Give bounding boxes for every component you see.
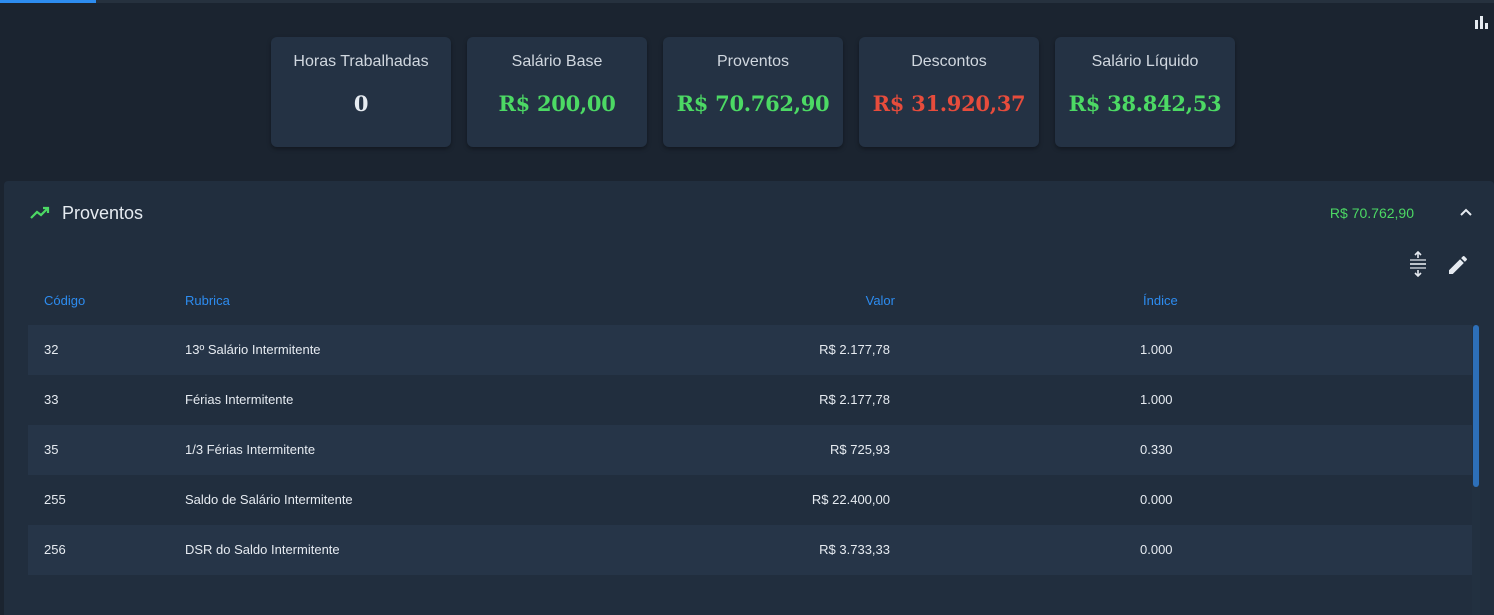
table-row[interactable]: 255 Saldo de Salário Intermitente R$ 22.… [28,475,1472,525]
column-header-valor[interactable]: Valor [866,293,895,308]
card-horas-trabalhadas: Horas Trabalhadas 0 [271,37,451,147]
card-label: Salário Base [511,53,603,70]
cell-valor: R$ 22.400,00 [811,492,890,507]
cell-valor: R$ 2.177,78 [819,342,890,357]
card-salario-liquido: Salário Líquido R$ 38.842,53 [1055,37,1235,147]
column-header-codigo[interactable]: Código [44,293,85,308]
scrollbar-thumb[interactable] [1473,325,1479,487]
cell-codigo: 256 [44,542,66,557]
table-header: Código Rubrica Valor Índice [28,293,1472,313]
cell-rubrica: Férias Intermitente [185,392,294,407]
row-height-icon[interactable] [1406,251,1430,277]
card-proventos: Proventos R$ 70.762,90 [663,37,843,147]
table-row[interactable]: 32 13º Salário Intermitente R$ 2.177,78 … [28,325,1472,375]
card-value: R$ 31.920,37 [872,91,1026,116]
cell-rubrica: Saldo de Salário Intermitente [185,492,353,507]
card-value: R$ 38.842,53 [1068,91,1222,116]
column-header-rubrica[interactable]: Rubrica [185,293,230,308]
table-scrollbar[interactable] [1472,325,1480,615]
table-body: 32 13º Salário Intermitente R$ 2.177,78 … [28,325,1472,615]
card-label: Proventos [716,53,790,70]
cell-rubrica: 1/3 Férias Intermitente [185,442,316,457]
panel-total: R$ 70.762,90 [1329,205,1414,221]
card-descontos: Descontos R$ 31.920,37 [859,37,1039,147]
bar-chart-icon[interactable] [1474,14,1490,30]
table-row[interactable]: 35 1/3 Férias Intermitente R$ 725,93 0.3… [28,425,1472,475]
cell-valor: R$ 2.177,78 [819,392,890,407]
summary-cards: Horas Trabalhadas 0 Salário Base R$ 200,… [271,37,1235,147]
card-label: Horas Trabalhadas [293,53,429,70]
table-row[interactable]: 256 DSR do Saldo Intermitente R$ 3.733,3… [28,525,1472,575]
card-label: Descontos [911,53,987,70]
card-salario-base: Salário Base R$ 200,00 [467,37,647,147]
panel-title: Proventos [62,203,144,223]
cell-codigo: 35 [44,442,59,457]
table-row[interactable]: 33 Férias Intermitente R$ 2.177,78 1.000 [28,375,1472,425]
panel-header[interactable]: Proventos R$ 70.762,90 [4,181,1494,245]
cell-indice: 0.000 [1140,492,1173,507]
cell-codigo: 32 [44,342,59,357]
column-header-indice[interactable]: Índice [1143,293,1178,308]
chevron-up-icon[interactable] [1458,205,1474,219]
proventos-panel: Proventos R$ 70.762,90 Código Rubrica Va… [4,181,1494,615]
cell-indice: 0.000 [1140,542,1173,557]
cell-codigo: 33 [44,392,59,407]
cell-indice: 1.000 [1140,342,1173,357]
table-row[interactable] [28,575,1472,615]
cell-rubrica: DSR do Saldo Intermitente [185,542,340,557]
card-value: 0 [353,91,369,116]
cell-indice: 0.330 [1140,442,1173,457]
card-value: R$ 200,00 [498,91,616,116]
top-progress-accent [0,0,96,3]
card-value: R$ 70.762,90 [676,91,830,116]
cell-valor: R$ 725,93 [830,442,890,457]
card-label: Salário Líquido [1091,53,1199,70]
cell-valor: R$ 3.733,33 [819,542,890,557]
cell-rubrica: 13º Salário Intermitente [185,342,321,357]
trending-up-icon [30,206,50,219]
cell-indice: 1.000 [1140,392,1173,407]
pencil-icon[interactable] [1446,252,1470,278]
cell-codigo: 255 [44,492,66,507]
top-progress-bar [0,0,1494,3]
